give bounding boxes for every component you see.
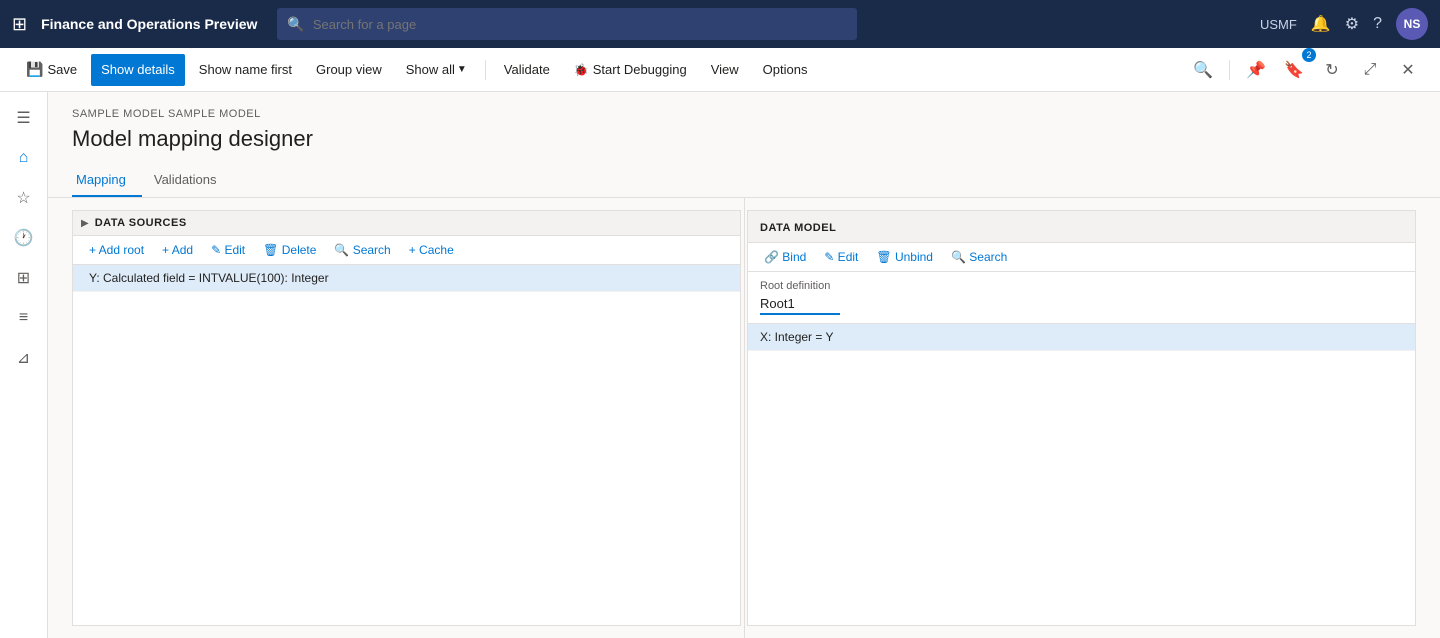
sidebar: ☰ ⌂ ☆ 🕐 ⊞ ≡ ⊿ (0, 92, 48, 638)
save-label: Save (47, 62, 77, 77)
view-button[interactable]: View (701, 54, 749, 86)
panel-expand-icon[interactable]: ▶ (81, 218, 89, 229)
add-label: + Add (162, 243, 193, 257)
root-definition-label: Root definition (760, 280, 1403, 292)
add-root-button[interactable]: + Add root (81, 240, 152, 260)
close-icon-button[interactable]: ✕ (1392, 54, 1424, 86)
save-icon: 💾 (26, 61, 43, 78)
bind-button[interactable]: 🔗 Bind (756, 247, 814, 267)
search-ds-button[interactable]: 🔍 Search (326, 240, 398, 260)
search-command-button[interactable]: 🔍 (1187, 54, 1219, 86)
data-model-title: DATA MODEL (760, 222, 836, 234)
notification-badge: 2 (1302, 48, 1316, 62)
data-model-panel: DATA MODEL 🔗 Bind ✎ Edit 🗑 Unbind 🔍 Sear… (747, 210, 1416, 626)
show-all-label: Show all (406, 62, 455, 77)
tab-mapping[interactable]: Mapping (72, 164, 142, 197)
show-name-label: Show name first (199, 62, 292, 77)
add-button[interactable]: + Add (154, 240, 201, 260)
start-debugging-button[interactable]: 🐞 Start Debugging (564, 54, 697, 86)
separator-1 (485, 60, 486, 80)
tab-bar: Mapping Validations (48, 164, 1440, 198)
tab-validations[interactable]: Validations (150, 164, 233, 197)
sidebar-item-favorites[interactable]: ☆ (6, 180, 42, 216)
debug-icon: 🐞 (574, 63, 589, 77)
edit-ds-label: ✎ Edit (211, 243, 245, 257)
options-button[interactable]: Options (753, 54, 818, 86)
user-label: USMF (1260, 17, 1297, 32)
sidebar-item-filter[interactable]: ⊿ (6, 340, 42, 376)
bookmark-icon-button[interactable]: 🔖 2 (1278, 54, 1310, 86)
group-view-button[interactable]: Group view (306, 54, 392, 86)
app-title: Finance and Operations Preview (41, 16, 257, 32)
page-header: SAMPLE MODEL SAMPLE MODEL Model mapping … (48, 92, 1440, 164)
top-nav-bar: ⊞ Finance and Operations Preview 🔍 USMF … (0, 0, 1440, 48)
pin-icon-button[interactable]: 📌 (1240, 54, 1272, 86)
data-sources-toolbar: + Add root + Add ✎ Edit 🗑 Delete 🔍 Searc… (73, 236, 740, 265)
unbind-button[interactable]: 🗑 Unbind (868, 247, 941, 267)
content-area: SAMPLE MODEL SAMPLE MODEL Model mapping … (48, 92, 1440, 638)
search-dm-button[interactable]: 🔍 Search (943, 247, 1015, 267)
grid-icon[interactable]: ⊞ (12, 14, 27, 35)
add-root-label: + Add root (89, 243, 144, 257)
group-view-label: Group view (316, 62, 382, 77)
show-details-button[interactable]: Show details (91, 54, 185, 86)
page-title: Model mapping designer (72, 126, 1416, 152)
options-label: Options (763, 62, 808, 77)
search-ds-label: 🔍 Search (334, 243, 390, 257)
breadcrumb: SAMPLE MODEL SAMPLE MODEL (72, 108, 1416, 120)
view-label: View (711, 62, 739, 77)
edit-ds-button[interactable]: ✎ Edit (203, 240, 253, 260)
sidebar-item-nav[interactable]: ☰ (6, 100, 42, 136)
data-model-header: DATA MODEL (748, 211, 1415, 243)
sidebar-item-list[interactable]: ≡ (6, 300, 42, 336)
chevron-down-icon: ▼ (457, 64, 467, 75)
data-model-toolbar: 🔗 Bind ✎ Edit 🗑 Unbind 🔍 Search (748, 243, 1415, 272)
data-sources-title: DATA SOURCES (95, 217, 187, 229)
bell-icon[interactable]: 🔔 (1311, 14, 1331, 34)
designer-area: ▶ DATA SOURCES + Add root + Add ✎ Edit 🗑… (48, 198, 1440, 638)
data-sources-list: Y: Calculated field = INTVALUE(100): Int… (73, 265, 740, 625)
avatar[interactable]: NS (1396, 8, 1428, 40)
data-source-item[interactable]: Y: Calculated field = INTVALUE(100): Int… (73, 265, 740, 292)
main-layout: ☰ ⌂ ☆ 🕐 ⊞ ≡ ⊿ SAMPLE MODEL SAMPLE MODEL … (0, 92, 1440, 638)
divider-bar (744, 198, 745, 638)
data-sources-header: ▶ DATA SOURCES (73, 211, 740, 236)
validate-label: Validate (504, 62, 550, 77)
unbind-label: 🗑 Unbind (876, 250, 933, 264)
data-model-item[interactable]: X: Integer = Y (748, 324, 1415, 351)
help-icon[interactable]: ? (1373, 15, 1382, 33)
bind-label: 🔗 Bind (764, 250, 806, 264)
cache-button[interactable]: + Cache (401, 240, 462, 260)
gear-icon[interactable]: ⚙ (1345, 14, 1359, 34)
delete-button[interactable]: 🗑 Delete (255, 240, 324, 260)
root-definition-section: Root definition Root1 (748, 272, 1415, 324)
sidebar-item-recent[interactable]: 🕐 (6, 220, 42, 256)
start-debugging-label: Start Debugging (593, 62, 687, 77)
search-dm-label: 🔍 Search (951, 250, 1007, 264)
edit-dm-label: ✎ Edit (824, 250, 858, 264)
separator-2 (1229, 60, 1230, 80)
search-nav-icon: 🔍 (287, 16, 304, 33)
refresh-icon-button[interactable]: ↻ (1316, 54, 1348, 86)
root-definition-value[interactable]: Root1 (760, 296, 840, 315)
save-button[interactable]: 💾 Save (16, 54, 87, 86)
show-name-button[interactable]: Show name first (189, 54, 302, 86)
show-all-button[interactable]: Show all ▼ (396, 54, 477, 86)
edit-dm-button[interactable]: ✎ Edit (816, 247, 866, 267)
top-nav-right: USMF 🔔 ⚙ ? NS (1260, 8, 1428, 40)
sidebar-item-home[interactable]: ⌂ (6, 140, 42, 176)
cmd-right-icons: 🔍 📌 🔖 2 ↻ ⤢ ✕ (1187, 54, 1424, 86)
delete-label: 🗑 Delete (263, 243, 316, 257)
data-sources-panel: ▶ DATA SOURCES + Add root + Add ✎ Edit 🗑… (72, 210, 741, 626)
validate-button[interactable]: Validate (494, 54, 560, 86)
command-bar: 💾 Save Show details Show name first Grou… (0, 48, 1440, 92)
data-model-list: X: Integer = Y (748, 324, 1415, 625)
search-input[interactable] (313, 17, 848, 32)
search-bar[interactable]: 🔍 (277, 8, 857, 40)
cache-label: + Cache (409, 243, 454, 257)
sidebar-item-workspaces[interactable]: ⊞ (6, 260, 42, 296)
expand-icon-button[interactable]: ⤢ (1354, 54, 1386, 86)
show-details-label: Show details (101, 62, 175, 77)
